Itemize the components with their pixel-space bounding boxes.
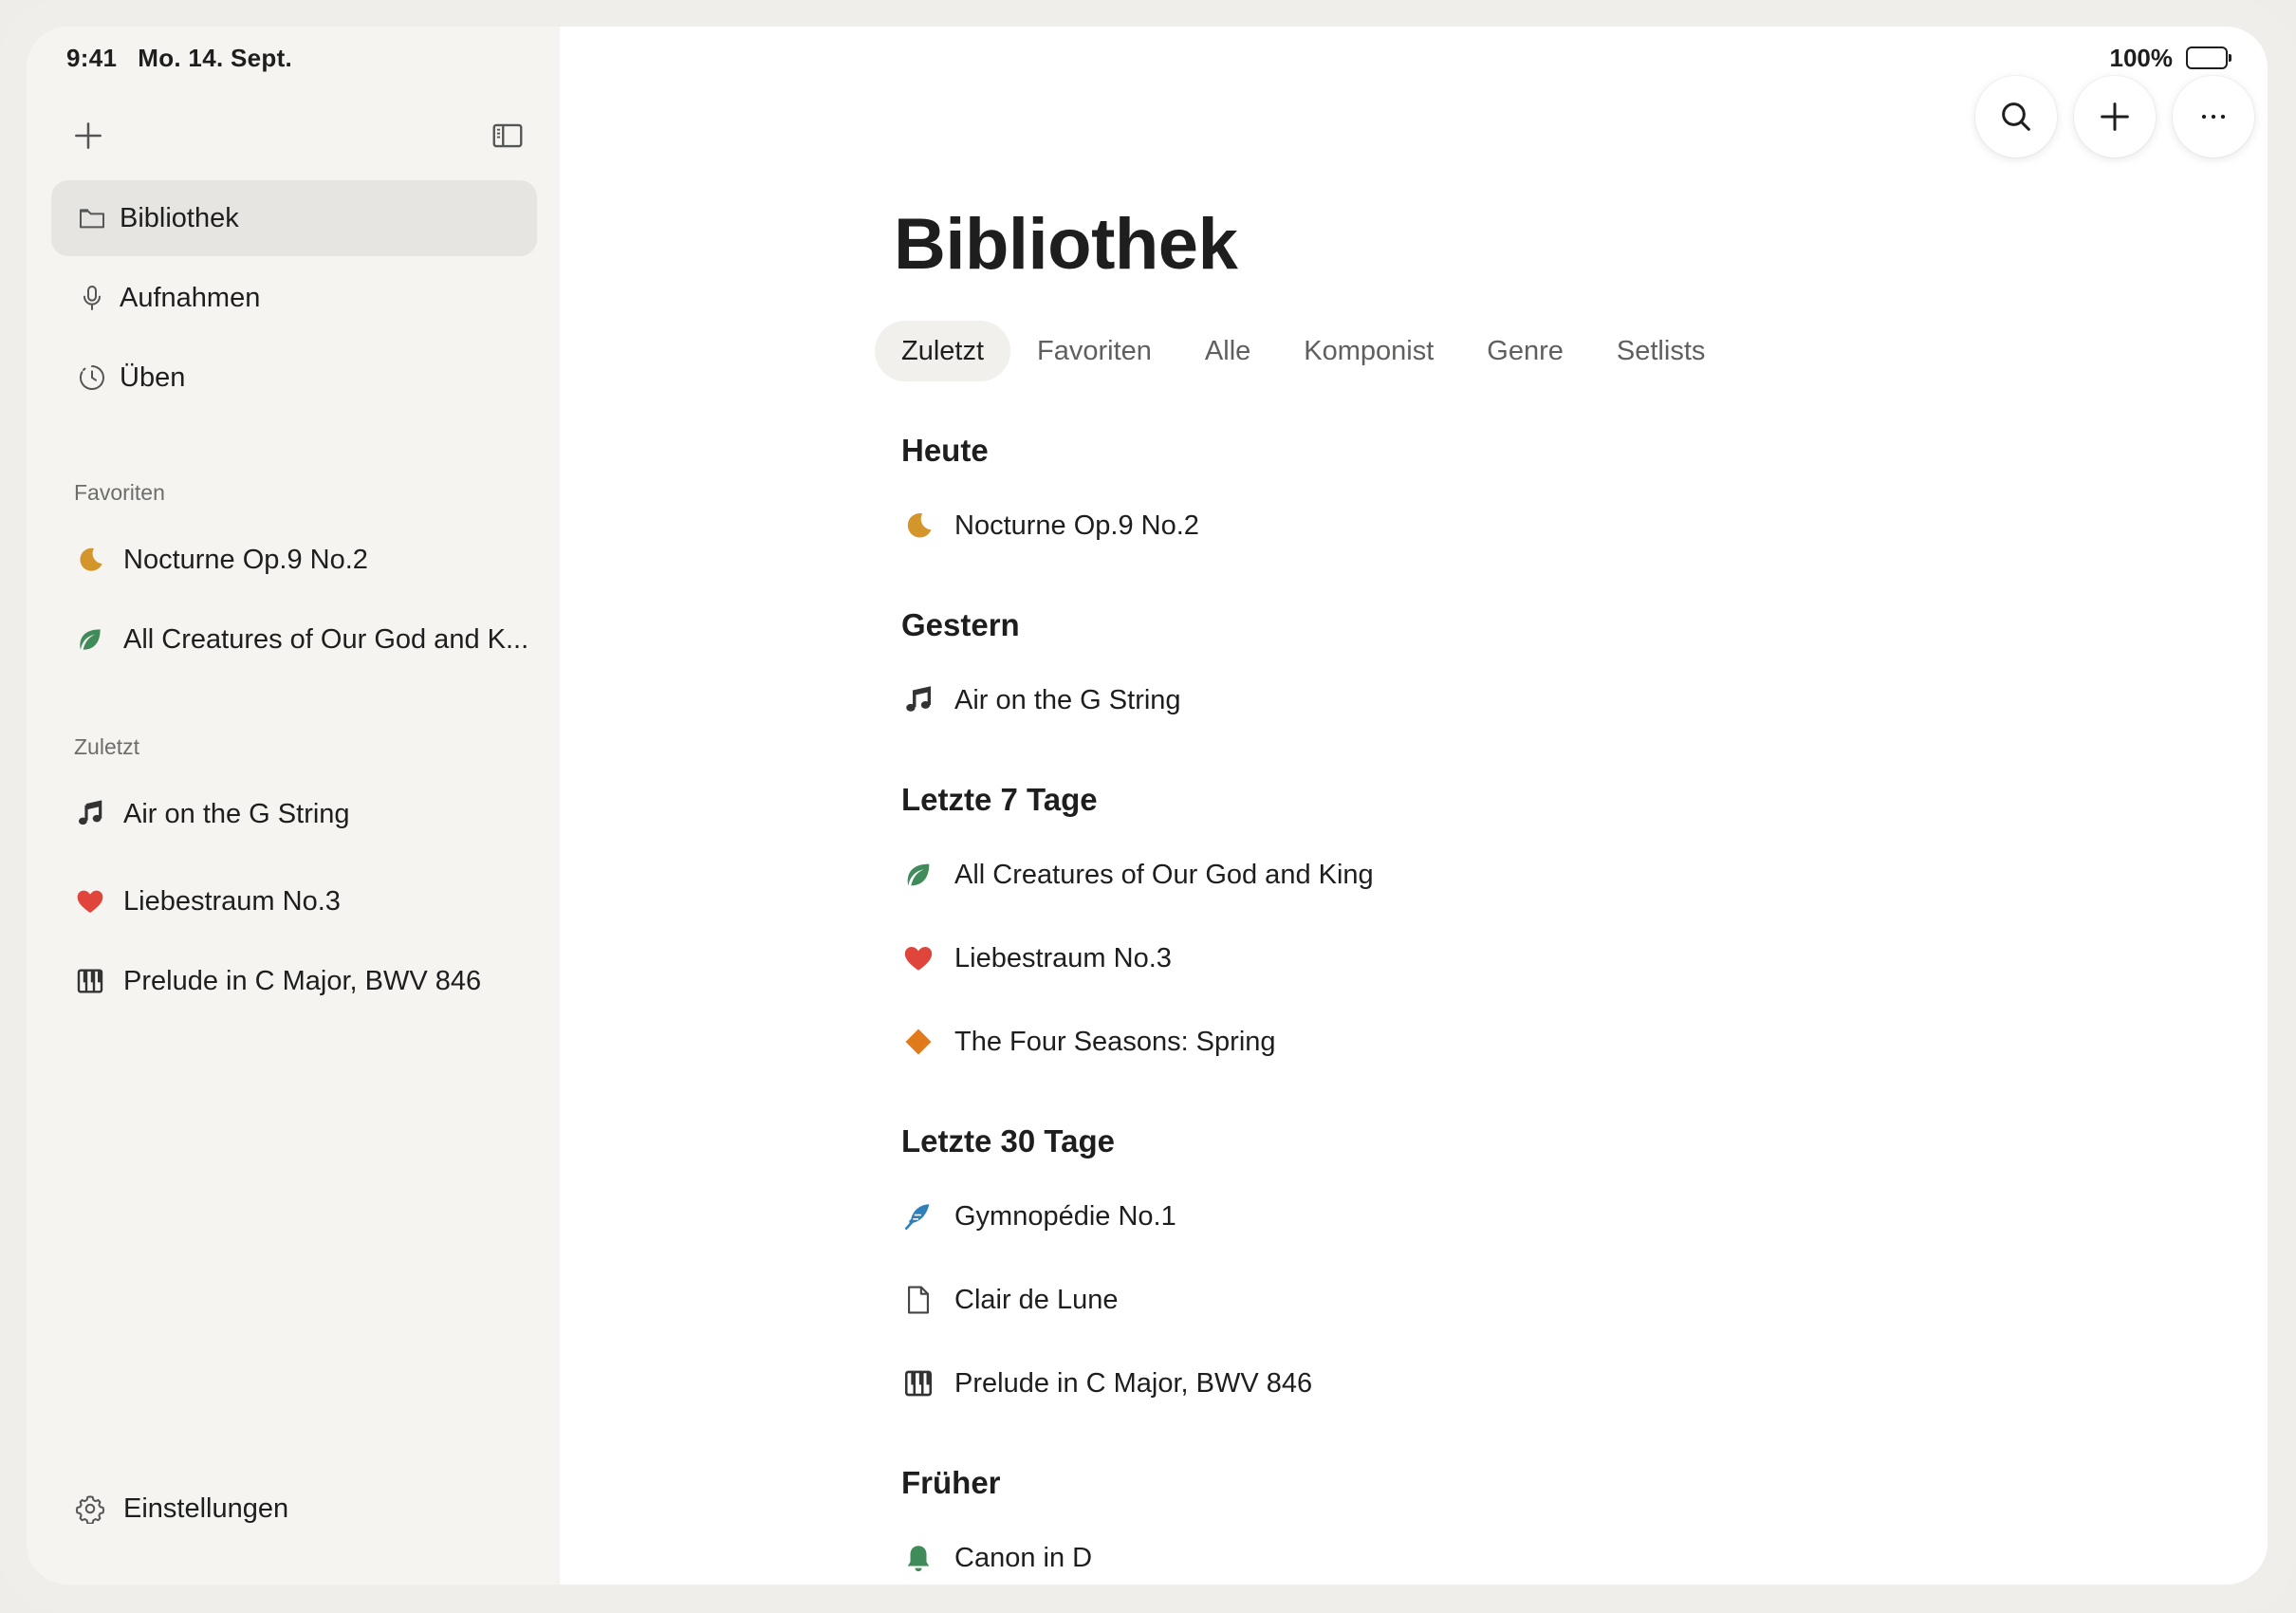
group-title-heute: Heute xyxy=(901,433,989,468)
sidebar-item-label: Prelude in C Major, BWV 846 xyxy=(123,965,482,996)
filter-tabs: Zuletzt Favoriten Alle Komponist Genre S… xyxy=(875,321,1731,381)
leaf-icon xyxy=(74,623,106,656)
sidebar-recent-item[interactable]: Air on the G String xyxy=(74,793,529,835)
sidebar-recent-item[interactable]: Liebestraum No.3 xyxy=(74,881,529,922)
tab-zuletzt[interactable]: Zuletzt xyxy=(875,321,1011,381)
sidebar-item-label: Bibliothek xyxy=(120,202,239,233)
list-item[interactable]: Nocturne Op.9 No.2 xyxy=(901,505,1199,547)
status-bar-left: 9:41 Mo. 14. Sept. xyxy=(66,38,292,78)
music-note-icon xyxy=(901,683,935,717)
tab-setlists[interactable]: Setlists xyxy=(1590,321,1731,381)
battery-icon xyxy=(2186,46,2231,69)
sidebar-favorite-item[interactable]: Nocturne Op.9 No.2 xyxy=(74,539,529,581)
sidebar-item-label: Aufnahmen xyxy=(120,282,261,313)
item-title: Canon in D xyxy=(954,1542,1093,1573)
search-icon xyxy=(2002,102,2030,131)
sidebar-item-label: Üben xyxy=(120,362,186,393)
list-item[interactable]: Clair de Lune xyxy=(901,1279,1119,1321)
sidebar-item-aufnahmen[interactable]: Aufnahmen xyxy=(51,260,537,336)
list-item[interactable]: The Four Seasons: Spring xyxy=(901,1021,1276,1063)
sidebar-toggle-icon xyxy=(492,123,523,148)
ellipsis-icon xyxy=(2201,114,2226,120)
sidebar-item-label: Liebestraum No.3 xyxy=(123,885,341,917)
item-title: Nocturne Op.9 No.2 xyxy=(954,510,1199,541)
list-item[interactable]: All Creatures of Our God and King xyxy=(901,854,1374,896)
group-title-letzte-30-tage: Letzte 30 Tage xyxy=(901,1123,1115,1159)
group-title-frueher: Früher xyxy=(901,1465,1001,1500)
status-bar-right: 100% xyxy=(2109,38,2231,78)
main-content: 100% Bibliothek Zuletzt Favoriten Alle K… xyxy=(560,27,2268,1585)
sidebar-item-label: Air on the G String xyxy=(123,798,350,829)
item-title: Gymnopédie No.1 xyxy=(954,1200,1176,1232)
group-title-letzte-7-tage: Letzte 7 Tage xyxy=(901,782,1098,817)
microphone-icon xyxy=(76,282,108,314)
music-note-icon xyxy=(74,798,106,830)
document-icon xyxy=(901,1283,935,1317)
device-frame: 9:41 Mo. 14. Sept. Bibliothek Aufnahmen … xyxy=(0,0,2296,1613)
status-date: Mo. 14. Sept. xyxy=(138,43,293,72)
list-item[interactable]: Canon in D xyxy=(901,1537,1092,1579)
sidebar-item-bibliothek[interactable]: Bibliothek xyxy=(51,180,537,256)
leaf-icon xyxy=(901,858,935,892)
item-title: The Four Seasons: Spring xyxy=(954,1026,1276,1057)
battery-percentage: 100% xyxy=(2109,43,2174,72)
settings-button[interactable]: Einstellungen xyxy=(74,1488,529,1530)
new-item-button[interactable] xyxy=(66,114,110,158)
tab-komponist[interactable]: Komponist xyxy=(1277,321,1460,381)
item-title: All Creatures of Our God and King xyxy=(954,859,1374,890)
item-title: Prelude in C Major, BWV 846 xyxy=(954,1367,1313,1399)
add-button[interactable] xyxy=(2074,76,2156,158)
folder-icon xyxy=(76,202,108,234)
moon-icon xyxy=(74,544,106,576)
settings-label: Einstellungen xyxy=(123,1492,289,1524)
item-title: Clair de Lune xyxy=(954,1284,1119,1315)
item-title: Liebestraum No.3 xyxy=(954,942,1172,973)
tab-alle[interactable]: Alle xyxy=(1178,321,1277,381)
tab-genre[interactable]: Genre xyxy=(1460,321,1590,381)
toggle-sidebar-button[interactable] xyxy=(486,114,529,158)
list-item[interactable]: Prelude in C Major, BWV 846 xyxy=(901,1363,1312,1404)
piano-icon xyxy=(901,1366,935,1400)
sidebar-favorite-item[interactable]: All Creatures of Our God and K... xyxy=(74,619,529,660)
sidebar-item-ueben[interactable]: Üben xyxy=(51,340,537,416)
plus-icon xyxy=(75,122,102,149)
sidebar-recent-item[interactable]: Prelude in C Major, BWV 846 xyxy=(74,960,529,1002)
list-item[interactable]: Gymnopédie No.1 xyxy=(901,1196,1176,1237)
sidebar-item-label: Nocturne Op.9 No.2 xyxy=(123,544,368,575)
heart-icon xyxy=(74,885,106,918)
tab-favoriten[interactable]: Favoriten xyxy=(1010,321,1178,381)
feather-icon xyxy=(901,1199,935,1233)
group-title-gestern: Gestern xyxy=(901,607,1020,642)
favorites-section-label: Favoriten xyxy=(74,480,165,505)
heart-icon xyxy=(901,941,935,975)
list-item[interactable]: Air on the G String xyxy=(901,679,1181,721)
item-title: Air on the G String xyxy=(954,684,1181,715)
screen: 9:41 Mo. 14. Sept. Bibliothek Aufnahmen … xyxy=(27,27,2268,1585)
status-time: 9:41 xyxy=(66,43,118,72)
page-title: Bibliothek xyxy=(894,204,1238,285)
piano-icon xyxy=(74,965,106,997)
sidebar-item-label: All Creatures of Our God and K... xyxy=(123,623,529,655)
bell-icon xyxy=(901,1541,935,1575)
plus-icon xyxy=(2101,102,2129,131)
list-item[interactable]: Liebestraum No.3 xyxy=(901,937,1172,979)
practice-timer-icon xyxy=(76,362,108,394)
recent-section-label: Zuletzt xyxy=(74,734,140,759)
gear-icon xyxy=(74,1492,106,1525)
search-button[interactable] xyxy=(1975,76,2057,158)
more-options-button[interactable] xyxy=(2173,76,2254,158)
sidebar: 9:41 Mo. 14. Sept. Bibliothek Aufnahmen … xyxy=(27,27,560,1585)
moon-icon xyxy=(901,509,935,543)
diamond-icon xyxy=(901,1025,935,1059)
